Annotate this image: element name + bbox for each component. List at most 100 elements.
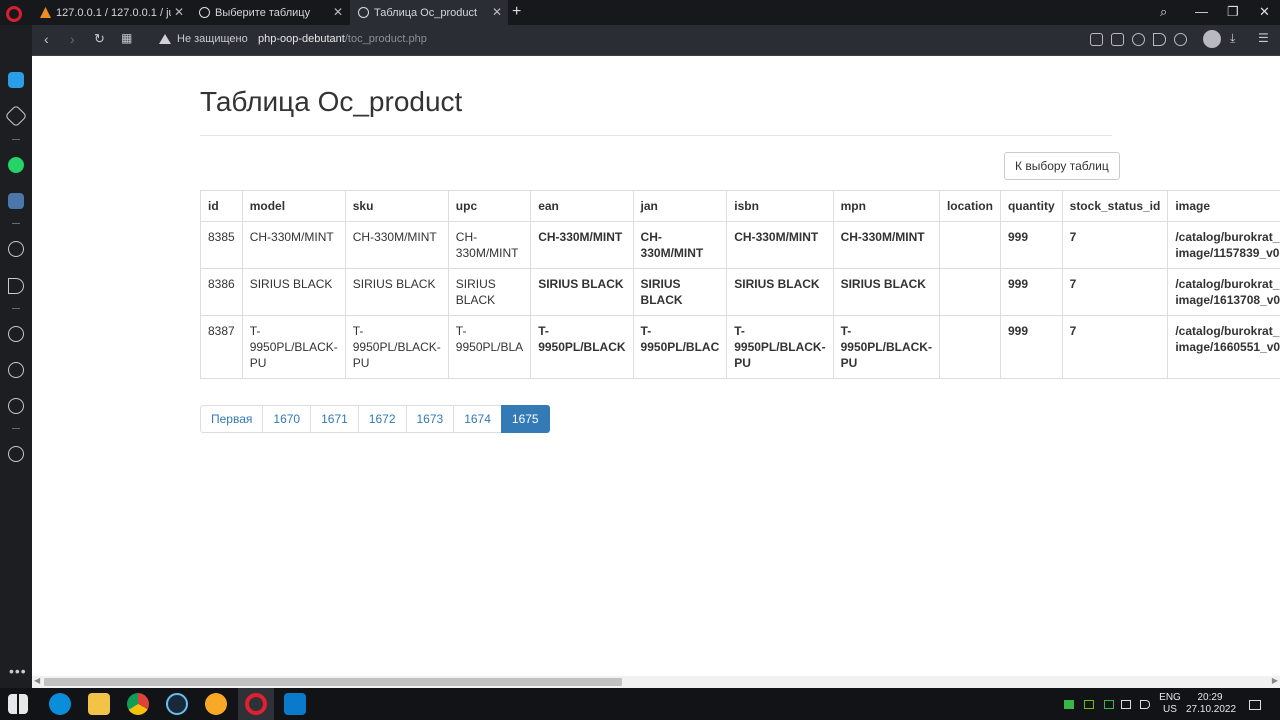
close-window-icon[interactable]: ✕ — [1259, 4, 1270, 20]
page-1672[interactable]: 1672 — [357, 405, 407, 433]
profile-avatar[interactable] — [1203, 30, 1221, 48]
file-explorer-icon[interactable] — [88, 693, 110, 715]
cell-ean: CH-330M/MINT — [530, 221, 634, 269]
scroll-right-icon[interactable]: ▶ — [1272, 676, 1278, 685]
cell-stock-status-id: 7 — [1061, 221, 1169, 269]
chrome-icon[interactable] — [127, 693, 149, 715]
volume-icon[interactable] — [1140, 700, 1150, 709]
new-tab-icon[interactable]: + — [512, 3, 521, 21]
whatsapp-icon[interactable] — [8, 157, 24, 173]
clock[interactable]: 20:29 27.10.2022 — [1186, 692, 1237, 716]
nvidia-icon[interactable] — [1084, 700, 1094, 709]
heart-icon[interactable] — [8, 326, 24, 342]
page-1675[interactable]: 1675 — [500, 405, 550, 433]
home-icon[interactable] — [8, 72, 24, 88]
phpmyadmin-icon — [40, 7, 51, 18]
close-tab-icon[interactable]: ✕ — [333, 5, 343, 19]
camera-icon[interactable] — [1111, 33, 1124, 46]
page-1670[interactable]: 1670 — [262, 405, 312, 433]
scrollbar-thumb[interactable] — [44, 678, 622, 686]
page-1673[interactable]: 1673 — [405, 405, 455, 433]
cell-id: 8386 — [200, 268, 243, 316]
cell-image: /catalog/burokrat_products-image/1157839… — [1167, 221, 1280, 269]
page-title: Таблица Oc_product — [200, 86, 463, 117]
lightbulb-icon[interactable] — [8, 446, 24, 462]
search-tabs-icon[interactable]: ⌕ — [1160, 4, 1167, 20]
cell-model: T-9950PL/BLACK-PU — [241, 315, 346, 379]
clock-date: 27.10.2022 — [1186, 704, 1237, 715]
language-indicator[interactable]: ENG US — [1158, 692, 1182, 716]
download-icon[interactable]: ⤓ — [1230, 31, 1235, 46]
cell-ean: T-9950PL/BLACK — [530, 315, 634, 379]
cell-upc: CH-330M/MINT — [447, 221, 532, 269]
send-icon[interactable] — [1153, 33, 1166, 46]
star-icon[interactable] — [4, 104, 28, 128]
tab-select-table[interactable]: Выберите таблицу ✕ — [191, 0, 349, 25]
network-icon[interactable] — [1121, 700, 1131, 709]
page-1674[interactable]: 1674 — [453, 405, 502, 433]
cell-model: SIRIUS BLACK — [241, 268, 346, 316]
maximize-icon[interactable]: ❐ — [1227, 4, 1239, 20]
tab-oc-product[interactable]: Таблица Oc_product ✕ — [350, 0, 508, 25]
column-header-quantity: quantity — [999, 190, 1063, 222]
vk-icon[interactable] — [8, 193, 24, 209]
column-header-mpn: mpn — [832, 190, 940, 222]
horizontal-scrollbar[interactable]: ◀ ▶ — [32, 676, 1280, 688]
url-field[interactable]: php-oop-debutant/toc_product.php — [258, 33, 427, 45]
send-icon[interactable] — [8, 278, 24, 294]
speed-dial-icon[interactable]: ▦ — [121, 31, 132, 45]
menu-icon[interactable]: ☰ — [1258, 31, 1269, 45]
back-icon[interactable]: ‹ — [44, 31, 49, 47]
cell-location — [938, 221, 1001, 269]
adblock-icon[interactable] — [1132, 33, 1145, 46]
reload-icon[interactable]: ↻ — [94, 31, 105, 47]
more-icon[interactable]: ••• — [9, 663, 27, 679]
product-table: id model sku upc ean jan isbn mpn location quanti… — [200, 190, 1280, 379]
notifications-icon[interactable] — [1249, 700, 1261, 710]
column-header-ean: ean — [530, 190, 634, 222]
cell-sku: T-9950PL/BLACK-PU — [344, 315, 449, 379]
back-to-tables-button[interactable]: К выбору таблиц — [1004, 152, 1120, 180]
table-row: 8385 CH-330M/MINT CH-330M/MINT CH-330M/MINT… — [200, 221, 1280, 269]
security-indicator[interactable]: Не защищено — [159, 33, 248, 45]
vscode-icon[interactable] — [284, 693, 306, 715]
settings-icon[interactable] — [8, 398, 24, 414]
table-row: 8387 T-9950PL/BLACK-PU T-9950PL/BLACK-PU T-… — [200, 315, 1280, 379]
app-tray-icon[interactable] — [1104, 700, 1114, 709]
cell-isbn: T-9950PL/BLACK-PU — [726, 315, 834, 379]
cell-location — [938, 268, 1001, 316]
history-icon[interactable] — [8, 362, 24, 378]
cell-ean: SIRIUS BLACK — [530, 268, 634, 316]
tab-phpmyadmin[interactable]: 127.0.0.1 / 127.0.0.1 / junio ✕ — [32, 0, 190, 25]
close-tab-icon[interactable]: ✕ — [174, 5, 184, 19]
page-first[interactable]: Первая — [200, 405, 264, 433]
close-tab-icon[interactable]: ✕ — [492, 5, 502, 19]
cell-id: 8387 — [200, 315, 243, 379]
player-icon[interactable] — [8, 241, 24, 257]
discord-icon[interactable] — [205, 693, 227, 715]
globe-icon — [358, 7, 369, 18]
minimize-icon[interactable]: — — [1195, 4, 1208, 19]
title-divider — [200, 135, 1112, 136]
scroll-left-icon[interactable]: ◀ — [34, 676, 40, 685]
cell-stock-status-id: 7 — [1061, 268, 1169, 316]
skype-icon[interactable] — [49, 693, 71, 715]
flag-icon[interactable] — [1064, 700, 1074, 709]
page-1671[interactable]: 1671 — [310, 405, 359, 433]
url-host: php-oop-debutant — [258, 33, 345, 45]
opera-logo-icon[interactable] — [6, 6, 22, 22]
address-bar: ‹ › ↻ ▦ Не защищено php-oop-debutant/toc… — [32, 25, 1280, 56]
cell-mpn: CH-330M/MINT — [832, 221, 940, 269]
tab-label: 127.0.0.1 / 127.0.0.1 / junio — [56, 6, 171, 19]
security-label: Не защищено — [177, 33, 248, 45]
heart-icon[interactable] — [1174, 33, 1187, 46]
windows-start-icon[interactable] — [8, 694, 28, 714]
edit-icon[interactable] — [1090, 33, 1103, 46]
sidebar-divider — [12, 428, 20, 429]
steam-icon[interactable] — [166, 693, 188, 715]
cell-sku: SIRIUS BLACK — [344, 268, 449, 316]
column-header-image: image — [1167, 190, 1280, 222]
cell-jan: SIRIUS BLACK — [632, 268, 728, 316]
forward-icon[interactable]: › — [70, 31, 75, 47]
column-header-location: location — [938, 190, 1001, 222]
